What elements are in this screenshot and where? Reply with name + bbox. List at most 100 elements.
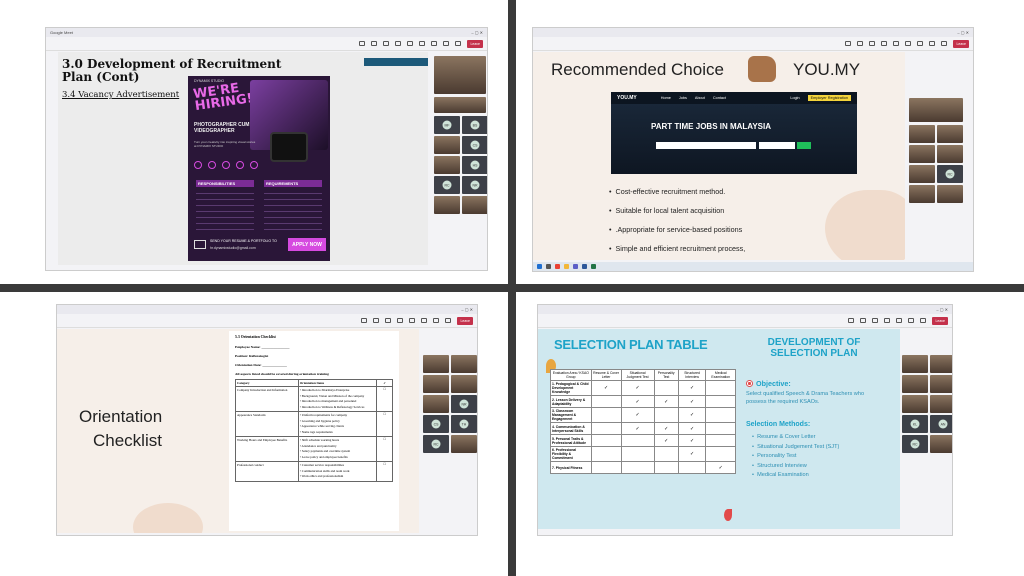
- people-button[interactable]: [857, 40, 864, 47]
- view-button[interactable]: [893, 40, 900, 47]
- people-button[interactable]: [371, 40, 378, 47]
- people-button[interactable]: [860, 317, 867, 324]
- participant-video-tile[interactable]: [423, 375, 449, 393]
- participant-tile[interactable]: KL: [902, 415, 928, 433]
- share-button[interactable]: [445, 317, 452, 324]
- participant-tile[interactable]: CS: [462, 136, 487, 154]
- more-button[interactable]: [905, 40, 912, 47]
- participant-video-tile[interactable]: [451, 435, 477, 453]
- participant-tile[interactable]: RC: [902, 435, 928, 453]
- participant-video-tile[interactable]: [937, 185, 963, 203]
- window-controls-icon[interactable]: – ▢ ✕: [461, 307, 473, 312]
- participant-tile[interactable]: RC: [937, 165, 963, 183]
- raise-hand-button[interactable]: [385, 317, 392, 324]
- participant-tile[interactable]: RC: [423, 435, 449, 453]
- participant-tile[interactable]: NR: [462, 176, 487, 194]
- checkbox[interactable]: ☐: [376, 411, 393, 437]
- participant-video-tile[interactable]: [434, 56, 486, 94]
- participant-video-tile[interactable]: [930, 395, 952, 413]
- leave-button[interactable]: Leave: [953, 39, 969, 48]
- excel-icon[interactable]: [591, 264, 596, 269]
- participant-video-tile[interactable]: [902, 355, 928, 373]
- people-button[interactable]: [373, 317, 380, 324]
- raise-hand-button[interactable]: [383, 40, 390, 47]
- participant-video-tile[interactable]: [423, 355, 449, 373]
- mic-button[interactable]: [443, 40, 450, 47]
- chat-button[interactable]: [359, 40, 366, 47]
- word-icon[interactable]: [582, 264, 587, 269]
- chat-button[interactable]: [848, 317, 855, 324]
- participant-video-tile[interactable]: [434, 97, 486, 113]
- participant-tile[interactable]: NR: [451, 395, 477, 413]
- start-icon[interactable]: [537, 264, 542, 269]
- browser-icon[interactable]: [555, 264, 560, 269]
- site-employer-button[interactable]: Employer Registration: [807, 95, 851, 101]
- participant-video-tile[interactable]: [909, 125, 935, 143]
- participant-video-tile[interactable]: [434, 196, 460, 214]
- participant-tile[interactable]: MF: [434, 116, 460, 134]
- checkbox[interactable]: ☐: [376, 436, 393, 462]
- react-button[interactable]: [397, 317, 404, 324]
- window-controls-icon[interactable]: – ▢ ✕: [471, 30, 483, 35]
- mic-button[interactable]: [929, 40, 936, 47]
- participant-tile[interactable]: CS: [423, 415, 449, 433]
- share-button[interactable]: [455, 40, 462, 47]
- participant-tile[interactable]: AN: [930, 415, 952, 433]
- chat-button[interactable]: [361, 317, 368, 324]
- participant-video-tile[interactable]: [451, 375, 477, 393]
- react-button[interactable]: [881, 40, 888, 47]
- view-button[interactable]: [407, 40, 414, 47]
- chat-button[interactable]: [845, 40, 852, 47]
- leave-button[interactable]: Leave: [467, 39, 483, 48]
- leave-button[interactable]: Leave: [932, 316, 948, 325]
- participant-video-tile[interactable]: [434, 156, 460, 174]
- raise-hand-button[interactable]: [869, 40, 876, 47]
- camera-button[interactable]: [431, 40, 438, 47]
- share-button[interactable]: [920, 317, 927, 324]
- participant-video-tile[interactable]: [902, 375, 928, 393]
- share-button[interactable]: [941, 40, 948, 47]
- site-login-link[interactable]: Login: [790, 96, 799, 100]
- site-search-button[interactable]: [797, 142, 811, 149]
- participant-video-tile[interactable]: [930, 375, 952, 393]
- raise-hand-button[interactable]: [872, 317, 879, 324]
- participant-video-tile[interactable]: [451, 355, 477, 373]
- participant-video-tile[interactable]: [937, 125, 963, 143]
- participant-video-tile[interactable]: [434, 136, 460, 154]
- site-nav-about[interactable]: About: [695, 96, 705, 100]
- camera-button[interactable]: [896, 317, 903, 324]
- folder-icon[interactable]: [564, 264, 569, 269]
- site-nav-home[interactable]: Home: [661, 96, 671, 100]
- window-controls-icon[interactable]: – ▢ ✕: [936, 307, 948, 312]
- participant-video-tile[interactable]: [462, 196, 487, 214]
- participant-video-tile[interactable]: [937, 145, 963, 163]
- leave-button[interactable]: Leave: [457, 316, 473, 325]
- participant-video-tile[interactable]: [930, 355, 952, 373]
- site-nav-contact[interactable]: Contact: [713, 96, 726, 100]
- participant-video-tile[interactable]: [909, 145, 935, 163]
- mic-button[interactable]: [433, 317, 440, 324]
- teams-icon[interactable]: [573, 264, 578, 269]
- camera-button[interactable]: [917, 40, 924, 47]
- react-button[interactable]: [395, 40, 402, 47]
- site-nav-jobs[interactable]: Jobs: [679, 96, 687, 100]
- site-search-input[interactable]: [656, 142, 756, 149]
- participant-video-tile[interactable]: [930, 435, 952, 453]
- participant-tile[interactable]: BS: [462, 116, 487, 134]
- search-icon[interactable]: [546, 264, 551, 269]
- participant-tile[interactable]: TH: [451, 415, 477, 433]
- view-button[interactable]: [409, 317, 416, 324]
- participant-tile[interactable]: HS: [462, 156, 487, 174]
- participant-tile[interactable]: RC: [434, 176, 460, 194]
- participant-video-tile[interactable]: [423, 395, 449, 413]
- participant-video-tile[interactable]: [909, 185, 935, 203]
- site-location-input[interactable]: [759, 142, 795, 149]
- more-button[interactable]: [419, 40, 426, 47]
- mic-button[interactable]: [908, 317, 915, 324]
- participant-video-tile[interactable]: [909, 98, 963, 122]
- camera-button[interactable]: [421, 317, 428, 324]
- participant-video-tile[interactable]: [909, 165, 935, 183]
- checkbox[interactable]: ☐: [376, 386, 393, 412]
- checkbox[interactable]: ☐: [376, 461, 393, 482]
- participant-video-tile[interactable]: [902, 395, 928, 413]
